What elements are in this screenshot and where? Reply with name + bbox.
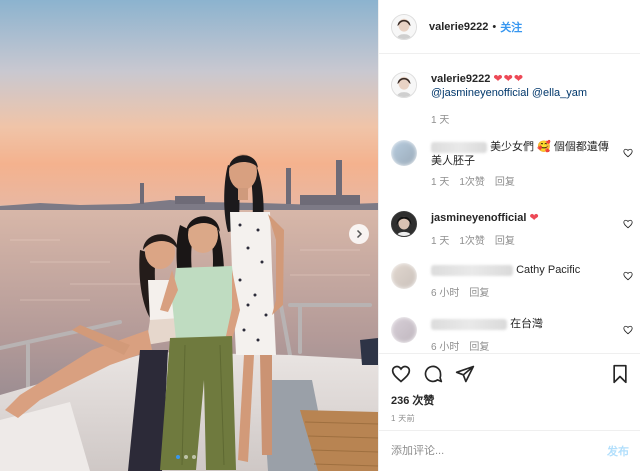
likes-count[interactable]: 236 次赞 <box>391 392 629 408</box>
blurred-username <box>431 141 487 153</box>
blurred-username <box>431 264 513 276</box>
caption-body: valerie9222 ❤❤❤ @jasmineyenofficial @ell… <box>431 72 631 128</box>
comment-time[interactable]: 1 天 <box>431 235 449 249</box>
caption-hearts: ❤❤❤ <box>493 73 525 85</box>
comment-meta: 1 天 1次赞 回复 <box>431 176 611 190</box>
comment-text: Cathy Pacific <box>516 264 581 276</box>
comment-button[interactable] <box>423 364 443 384</box>
comment-composer: 发布 <box>379 430 640 471</box>
comment-likes[interactable]: 1次赞 <box>459 235 485 249</box>
comment-meta: 6 小时 回复 <box>431 341 611 353</box>
comment-meta: 1 天 1次赞 回复 <box>431 235 611 249</box>
blurred-avatar <box>391 263 417 289</box>
post-side-panel: valerie9222 • 关注 valerie9222 ❤❤❤ @jasmin… <box>378 0 640 471</box>
comment-avatar[interactable] <box>391 140 417 166</box>
share-button[interactable] <box>455 364 475 384</box>
comment-like-icon[interactable] <box>623 271 633 281</box>
post-timestamp[interactable]: 1 天前 <box>391 413 629 424</box>
header-separator: • <box>492 20 497 33</box>
comment-bubble-icon <box>424 365 443 383</box>
post-photo[interactable] <box>0 0 378 471</box>
comment-likes[interactable]: 1次赞 <box>459 176 485 190</box>
bookmark-icon <box>613 364 627 384</box>
caption-meta: 1 天 <box>431 114 631 128</box>
comment-text: ❤ <box>529 212 539 224</box>
action-icon-bar <box>391 364 629 384</box>
carousel-indicator <box>176 455 196 459</box>
caption-mention-link[interactable]: @ella_yam <box>532 87 587 99</box>
comment-like-icon[interactable] <box>623 148 633 158</box>
comment-time[interactable]: 1 天 <box>431 176 449 190</box>
avatar-image <box>392 14 416 39</box>
author-avatar[interactable] <box>391 13 417 40</box>
avatar-image <box>392 212 416 236</box>
caption-mention-link[interactable]: @jasmineyenofficial <box>431 87 529 99</box>
carousel-next-button[interactable] <box>349 224 369 244</box>
comment-time[interactable]: 6 小时 <box>431 341 459 353</box>
comments-list[interactable]: valerie9222 ❤❤❤ @jasmineyenofficial @ell… <box>379 55 640 353</box>
comment-body: 在台灣 6 小时 回复 <box>431 317 611 353</box>
save-button[interactable] <box>611 364 629 384</box>
photo-scene <box>0 0 378 471</box>
reply-button[interactable]: 回复 <box>469 341 489 353</box>
reply-button[interactable]: 回复 <box>495 235 515 249</box>
carousel-dot <box>192 455 196 459</box>
follow-button[interactable]: 关注 <box>500 19 522 35</box>
reply-button[interactable]: 回复 <box>495 176 515 190</box>
caption-avatar[interactable] <box>391 72 417 98</box>
comment-time[interactable]: 6 小时 <box>431 287 459 301</box>
caption-username[interactable]: valerie9222 <box>431 73 490 85</box>
comment-avatar[interactable] <box>391 317 417 343</box>
post-header: valerie9222 • 关注 <box>379 0 640 54</box>
carousel-dot <box>176 455 180 459</box>
comment-avatar[interactable] <box>391 211 417 237</box>
comment-text: 在台灣 <box>510 318 544 330</box>
post-comment-button[interactable]: 发布 <box>607 443 629 459</box>
blurred-username <box>431 318 507 330</box>
paper-plane-icon <box>455 365 475 383</box>
comment-like-icon[interactable] <box>623 219 633 229</box>
heart-outline-icon <box>391 365 411 383</box>
comment-avatar[interactable] <box>391 263 417 289</box>
comment-like-icon[interactable] <box>623 325 633 335</box>
like-button[interactable] <box>391 364 411 384</box>
blurred-avatar <box>391 140 417 166</box>
reply-button[interactable]: 回复 <box>469 287 489 301</box>
comment-meta: 6 小时 回复 <box>431 287 611 301</box>
post-actions: 236 次赞 1 天前 <box>379 353 640 424</box>
author-username[interactable]: valerie9222 <box>429 21 488 33</box>
comment-body: Cathy Pacific 6 小时 回复 <box>431 263 611 301</box>
caption-time[interactable]: 1 天 <box>431 114 449 128</box>
chevron-right-icon <box>356 229 363 239</box>
carousel-dot <box>184 455 188 459</box>
comment-username[interactable]: jasmineyenofficial <box>431 212 526 224</box>
avatar-image <box>392 73 416 97</box>
blurred-avatar <box>391 317 417 343</box>
comment-input[interactable] <box>391 445 607 457</box>
comment-body: jasmineyenofficial ❤ 1 天 1次赞 回复 <box>431 211 611 249</box>
comment-body: 美少女們 🥰 個個都遺傳美人胚子 1 天 1次赞 回复 <box>431 140 611 190</box>
instagram-post-view: valerie9222 • 关注 valerie9222 ❤❤❤ @jasmin… <box>0 0 640 471</box>
